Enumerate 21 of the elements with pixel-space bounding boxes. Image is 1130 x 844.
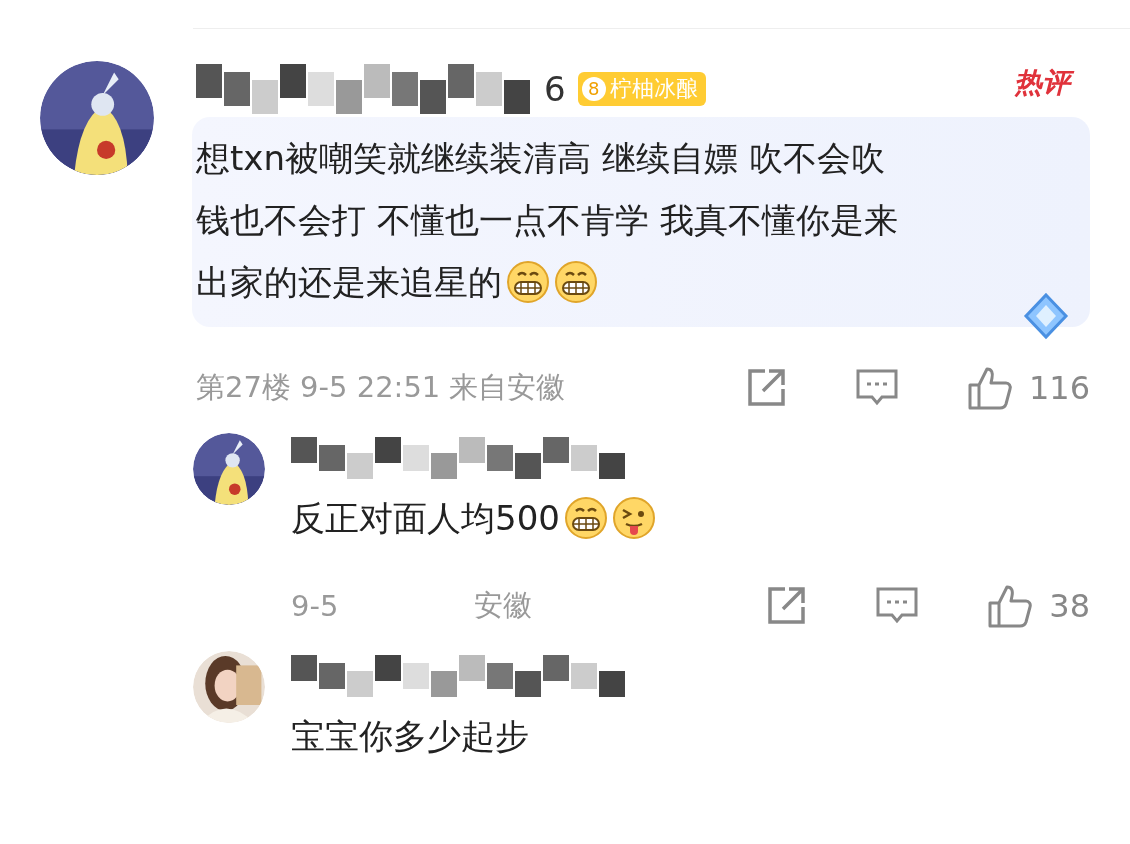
tongue-out-emoji-icon <box>611 496 656 540</box>
comment-text: 钱也不会打 不懂也一点不肯学 我真不懂你是来 <box>196 199 898 242</box>
thumbs-up-icon[interactable] <box>966 365 1013 411</box>
comment-icon[interactable] <box>854 368 899 408</box>
comment-text: 出家的还是来追星的 <box>196 261 502 304</box>
thumbs-up-icon[interactable] <box>987 583 1034 629</box>
user-name[interactable]: 6 <box>544 69 566 109</box>
comment-text: 想txn被嘲笑就继续装清高 继续自嫖 吹不会吹 <box>196 137 885 180</box>
like-count: 38 <box>1049 587 1090 625</box>
comment-text: 反正对面人均500 <box>291 497 560 540</box>
like-count: 116 <box>1028 369 1090 407</box>
share-icon[interactable] <box>765 585 808 627</box>
grinning-emoji-icon <box>554 260 598 304</box>
hot-comment-tag: 热评 <box>1012 63 1076 103</box>
grinning-emoji-icon <box>506 260 550 304</box>
comment-text: 宝宝你多少起步 <box>291 715 529 758</box>
comment-info: 9-5 <box>291 589 339 623</box>
comment-info: 第27楼 9-5 22:51 来自安徽 <box>196 369 566 406</box>
comment-icon[interactable] <box>875 586 920 626</box>
comment-info: 安徽 <box>474 587 533 624</box>
grinning-emoji-icon <box>563 496 608 540</box>
